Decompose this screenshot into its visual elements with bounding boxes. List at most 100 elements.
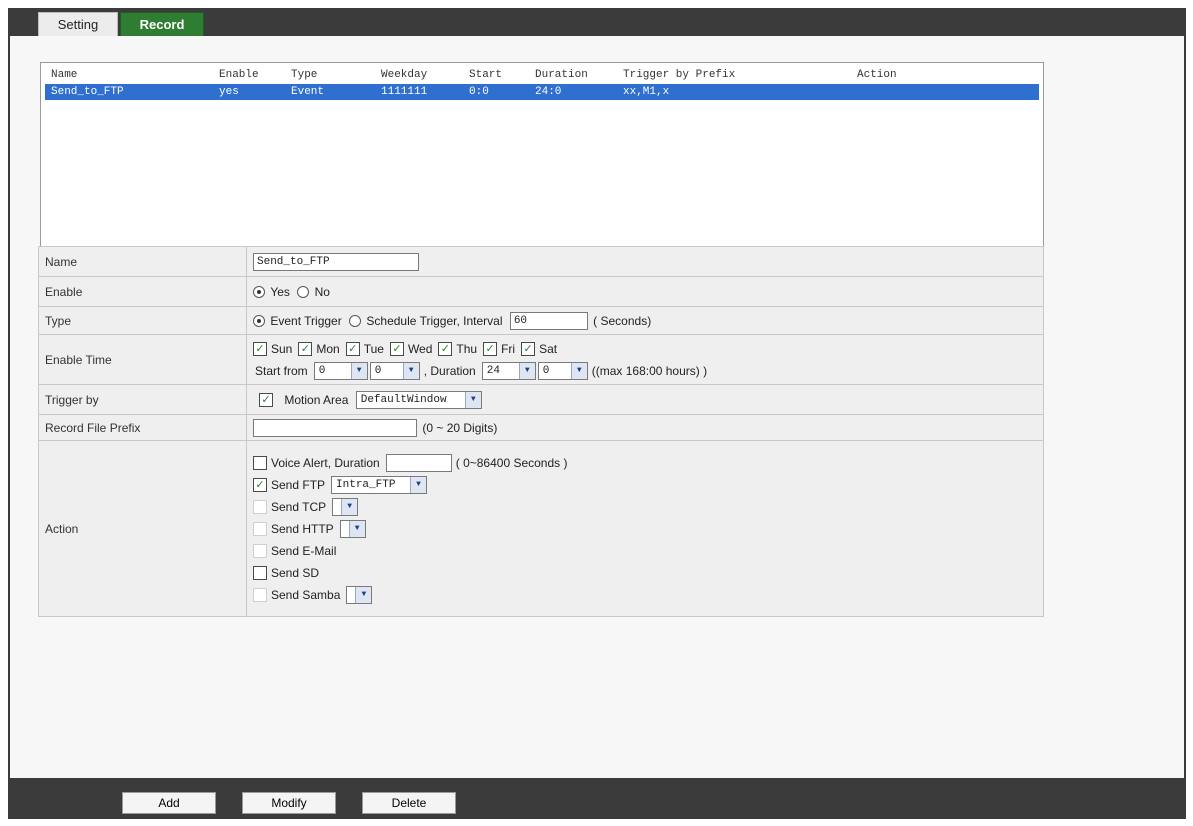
tab-record[interactable]: Record — [120, 12, 204, 36]
name-field[interactable]: Send_to_FTP — [253, 252, 419, 271]
duration-minute-select[interactable]: 0 ▼ — [537, 361, 588, 380]
chevron-down-icon: ▼ — [464, 391, 481, 408]
col-header-name: Name — [51, 69, 78, 81]
motion-area-label: Motion Area — [284, 392, 349, 407]
enable-no-radio[interactable] — [297, 285, 310, 298]
start-hour-value: 0 — [318, 364, 326, 377]
record-panel: Name Enable Type Weekday Start Duration … — [10, 36, 1184, 778]
tue-checkbox[interactable]: ✓ — [345, 341, 360, 356]
trigger-by-label: Trigger by — [38, 384, 247, 415]
tab-setting[interactable]: Setting — [38, 12, 118, 36]
send-sd-label: Send SD — [271, 565, 320, 580]
schedule-trigger-label: Schedule Trigger, Interval — [366, 313, 503, 328]
add-button[interactable]: Add — [122, 792, 216, 814]
send-email-row: Send E-Mail — [253, 540, 1037, 562]
row-duration: 24:0 — [535, 86, 562, 98]
ftp-server-select[interactable]: Intra_FTP ▼ — [331, 475, 428, 494]
chevron-down-icon: ▼ — [402, 362, 419, 379]
start-minute-value: 0 — [374, 364, 382, 377]
motion-window-select[interactable]: DefaultWindow ▼ — [355, 390, 482, 409]
motion-area-checkbox[interactable]: ✓ — [259, 392, 273, 407]
list-item[interactable]: Send_to_FTP yes Event 1111111 0:0 24:0 x… — [45, 84, 1039, 100]
event-trigger-radio[interactable] — [253, 314, 265, 327]
prefix-label: Record File Prefix — [38, 414, 247, 441]
modify-button[interactable]: Modify — [242, 792, 336, 814]
type-label: Type — [38, 306, 247, 335]
motion-window-value: DefaultWindow — [360, 393, 447, 406]
col-header-action: Action — [857, 69, 897, 81]
duration-minute-value: 0 — [542, 364, 550, 377]
chevron-down-icon: ▼ — [410, 476, 427, 493]
duration-hour-select[interactable]: 24 ▼ — [481, 361, 536, 380]
mon-checkbox[interactable]: ✓ — [298, 341, 313, 356]
row-name: Send_to_FTP — [51, 86, 124, 98]
app-frame: Setting Record Name Enable Type Weekday … — [8, 8, 1186, 819]
sun-checkbox[interactable]: ✓ — [253, 341, 267, 356]
send-http-checkbox — [253, 521, 267, 536]
sat-label: Sat — [539, 341, 558, 356]
send-ftp-checkbox[interactable]: ✓ — [253, 477, 267, 492]
row-type: Event — [291, 86, 325, 98]
start-from-label: Start from — [255, 363, 308, 378]
record-form: Name Send_to_FTP Enable Yes No Type Even… — [38, 246, 1044, 617]
send-email-checkbox — [253, 543, 267, 558]
thu-label: Thu — [456, 341, 478, 356]
voice-duration-note: ( 0~86400 Seconds ) — [455, 455, 568, 470]
row-trigger: xx,M1,x — [623, 86, 670, 98]
samba-select[interactable]: ▼ — [346, 585, 373, 604]
send-tcp-label: Send TCP — [271, 499, 327, 514]
record-list[interactable]: Name Enable Type Weekday Start Duration … — [40, 62, 1044, 248]
duration-label: , Duration — [423, 363, 476, 378]
send-ftp-row: ✓ Send FTP Intra_FTP ▼ — [253, 474, 1037, 496]
voice-alert-label: Voice Alert, Duration — [271, 455, 380, 470]
send-http-row: Send HTTP ▼ — [253, 518, 1037, 540]
send-tcp-checkbox — [253, 499, 267, 514]
enable-yes-label: Yes — [270, 284, 290, 299]
schedule-trigger-radio[interactable] — [349, 314, 362, 327]
send-tcp-row: Send TCP ▼ — [253, 496, 1037, 518]
http-select[interactable]: ▼ — [339, 519, 366, 538]
max-hours-note: ((max 168:00 hours) ) — [591, 363, 708, 378]
start-minute-select[interactable]: 0 ▼ — [369, 361, 420, 380]
delete-button[interactable]: Delete — [362, 792, 456, 814]
enable-no-label: No — [314, 284, 330, 299]
sun-label: Sun — [271, 341, 293, 356]
list-header: Name Enable Type Weekday Start Duration … — [41, 67, 1043, 83]
voice-duration-field[interactable] — [385, 453, 452, 472]
tab-bar: Setting Record — [8, 8, 1186, 36]
prefix-field[interactable] — [253, 418, 417, 437]
col-header-enable: Enable — [219, 69, 259, 81]
send-sd-checkbox[interactable] — [253, 565, 267, 580]
chevron-down-icon: ▼ — [348, 520, 365, 537]
send-samba-checkbox — [253, 587, 267, 602]
ftp-server-value: Intra_FTP — [336, 478, 396, 491]
event-trigger-label: Event Trigger — [270, 313, 342, 328]
send-http-label: Send HTTP — [271, 521, 334, 536]
voice-alert-checkbox[interactable] — [253, 455, 267, 470]
chevron-down-icon: ▼ — [355, 586, 372, 603]
button-bar: Add Modify Delete — [8, 778, 1186, 819]
tcp-select[interactable]: ▼ — [332, 497, 359, 516]
col-header-weekday: Weekday — [381, 69, 428, 81]
duration-hour-value: 24 — [486, 364, 500, 377]
weekday-checkboxes: ✓ Sun ✓ Mon ✓ Tue ✓ Wed ✓ Thu ✓ Fri ✓ Sat — [253, 338, 1037, 360]
chevron-down-icon: ▼ — [341, 498, 358, 515]
send-ftp-label: Send FTP — [271, 477, 326, 492]
chevron-down-icon: ▼ — [570, 362, 587, 379]
interval-unit: ( Seconds) — [593, 313, 652, 328]
start-hour-select[interactable]: 0 ▼ — [313, 361, 368, 380]
interval-field[interactable]: 60 — [509, 311, 588, 330]
sat-checkbox[interactable]: ✓ — [521, 341, 536, 356]
enable-label: Enable — [38, 276, 247, 307]
thu-checkbox[interactable]: ✓ — [438, 341, 453, 356]
mon-label: Mon — [316, 341, 340, 356]
tue-label: Tue — [363, 341, 384, 356]
fri-checkbox[interactable]: ✓ — [483, 341, 498, 356]
fri-label: Fri — [501, 341, 516, 356]
wed-checkbox[interactable]: ✓ — [389, 341, 404, 356]
name-label: Name — [38, 246, 247, 277]
enable-yes-radio[interactable] — [253, 285, 265, 298]
wed-label: Wed — [407, 341, 433, 356]
send-samba-label: Send Samba — [271, 587, 341, 602]
send-email-label: Send E-Mail — [271, 543, 337, 558]
